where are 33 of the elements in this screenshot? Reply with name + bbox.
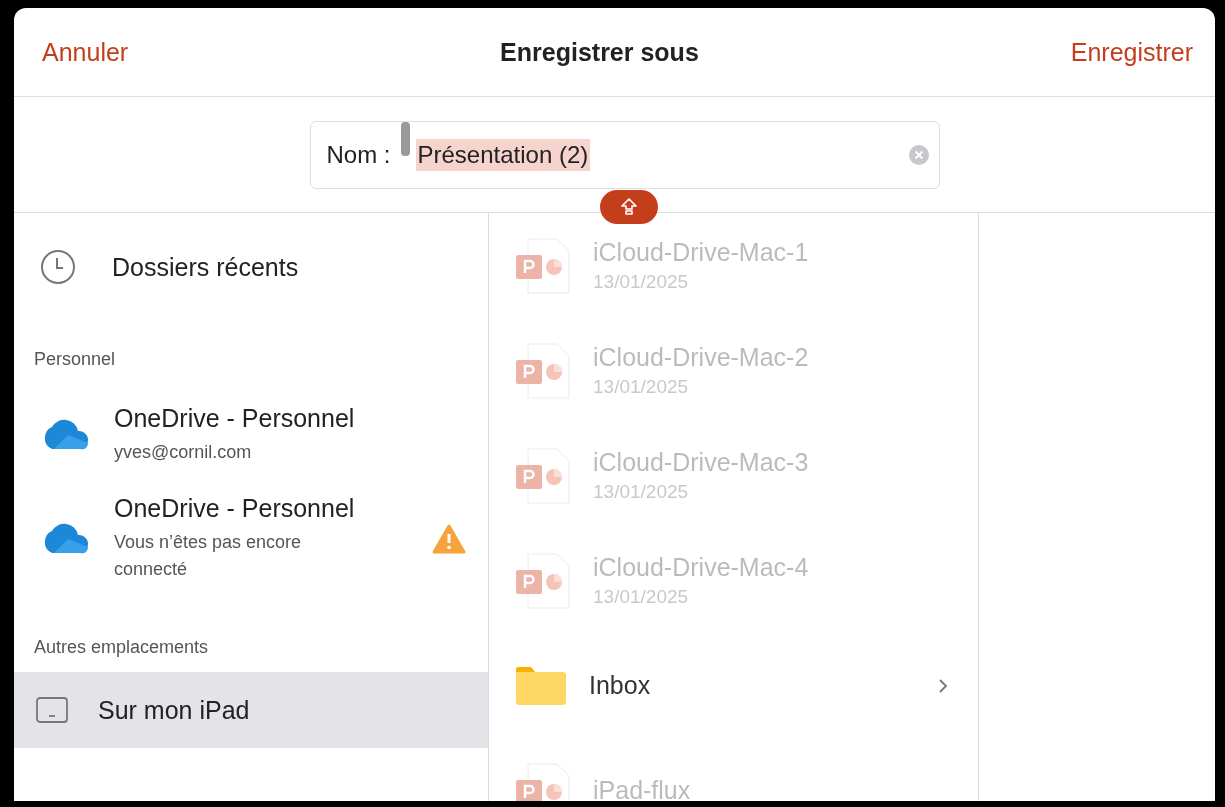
name-field[interactable]: Nom : Présentation (2) xyxy=(309,120,940,189)
name-value: Présentation (2) xyxy=(415,138,591,171)
file-row[interactable]: Inbox xyxy=(515,633,978,738)
device-name: Sur mon iPad xyxy=(98,695,250,725)
file-name: Inbox xyxy=(589,671,652,700)
file-name: iCloud-Drive-Mac-1 xyxy=(593,238,810,267)
save-button[interactable]: Enregistrer xyxy=(1070,37,1193,67)
presentation-file-icon xyxy=(515,447,571,504)
file-name: iPad-flux xyxy=(593,776,692,801)
shift-key-icon[interactable] xyxy=(600,190,658,224)
account-detail: Vous n’êtes pas encore connecté xyxy=(114,531,303,581)
section-header: Personnel xyxy=(33,349,117,370)
tablet-icon xyxy=(36,697,68,723)
selection-handle[interactable] xyxy=(400,121,410,156)
folder-icon xyxy=(515,665,567,706)
presentation-file-icon xyxy=(515,552,571,609)
file-name: iCloud-Drive-Mac-4 xyxy=(593,553,810,582)
name-label: Nom : xyxy=(326,140,391,169)
file-name: iCloud-Drive-Mac-3 xyxy=(593,448,810,477)
section-header: Autres emplacements xyxy=(33,637,210,658)
presentation-file-icon xyxy=(515,342,571,399)
clock-icon xyxy=(40,249,76,285)
dialog-title: Enregistrer sous xyxy=(500,37,699,67)
account-name: OneDrive - Personnel xyxy=(114,404,355,433)
file-name: iCloud-Drive-Mac-2 xyxy=(593,343,810,372)
presentation-file-icon xyxy=(515,237,571,294)
recent-folders-item[interactable]: Dossiers récents xyxy=(14,213,488,303)
account-name: OneDrive - Personnel xyxy=(114,494,355,523)
cancel-button[interactable]: Annuler xyxy=(42,37,129,67)
clear-icon[interactable] xyxy=(908,144,929,165)
chevron-right-icon xyxy=(938,677,948,694)
account-detail: yves@cornil.com xyxy=(114,441,253,464)
location-item[interactable]: Sur mon iPad xyxy=(14,672,488,748)
